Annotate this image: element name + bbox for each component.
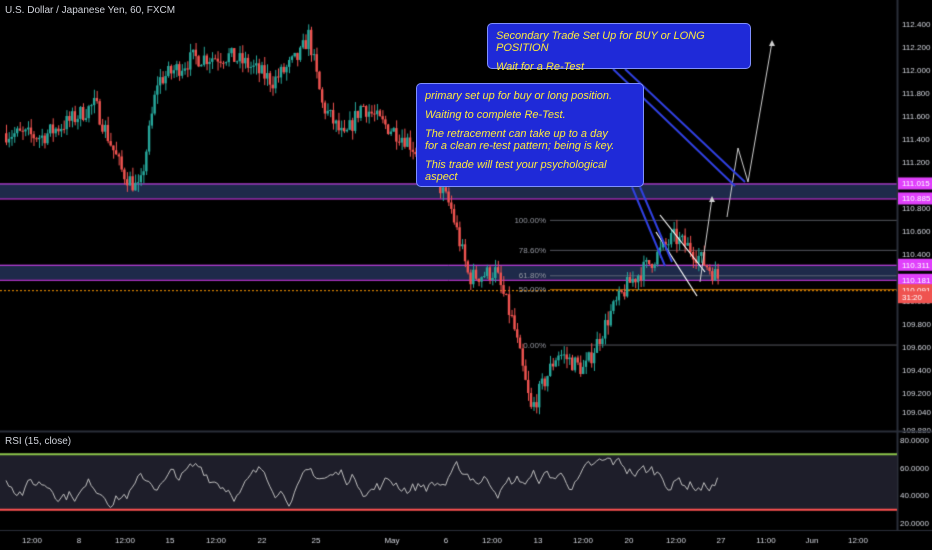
primary-callout-line-1: primary set up for buy or long position.: [425, 90, 613, 102]
primary-trade-callout: primary set up for buy or long position.…: [416, 83, 644, 187]
symbol-header: U.S. Dollar / Japanese Yen, 60, FXCM: [5, 5, 176, 16]
primary-callout-line-3: The retracement can take up to a day for…: [425, 128, 615, 152]
rsi-label: RSI (15, close): [5, 436, 72, 447]
secondary-callout-line-2: Wait for a Re-Test: [496, 61, 585, 73]
primary-callout-line-2: Waiting to complete Re-Test.: [425, 109, 566, 121]
secondary-trade-callout: Secondary Trade Set Up for BUY or LONG P…: [487, 23, 751, 73]
secondary-callout-line-1: Secondary Trade Set Up for BUY or LONG P…: [496, 30, 705, 54]
primary-callout-line-4: This trade will test your psychological …: [425, 159, 607, 183]
